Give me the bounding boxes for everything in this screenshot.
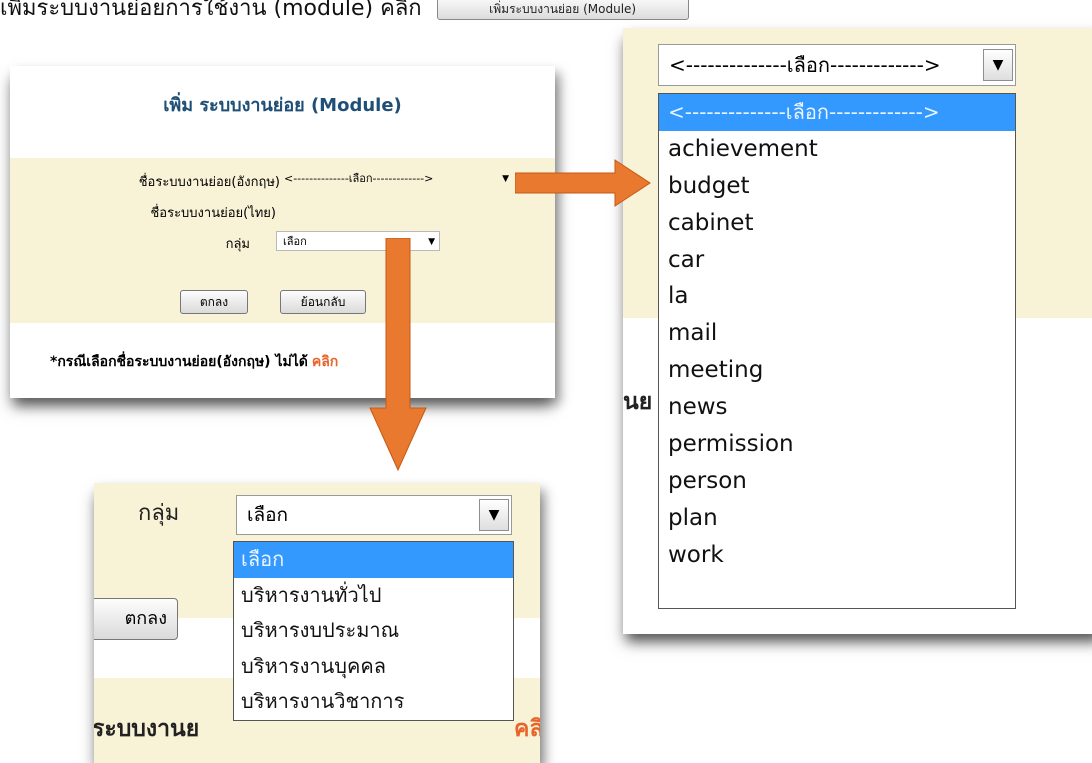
module-dropdown-zoom: นย <--------------เลือก-------------> ▼ … — [623, 28, 1092, 634]
module-option[interactable]: budget — [659, 168, 1015, 205]
group-options-list: เลือก บริหารงานทั่วไป บริหารงบประมาณ บริหาร… — [233, 541, 514, 721]
background-text-fragment: ระบบงานย — [94, 716, 200, 742]
add-module-button[interactable]: เพิ่มระบบงานย่อย (Module) — [436, 0, 689, 20]
group-dropdown-zoom: กลุ่ม ตกลง ระบบงานย คลิ เลือก ▼ เลือก บริ… — [94, 483, 540, 763]
click-link-fragment[interactable]: คลิ — [514, 711, 540, 747]
module-option[interactable]: mail — [659, 315, 1015, 352]
group-select-value: เลือก — [283, 235, 307, 248]
group-select-large-value: เลือก — [247, 504, 289, 526]
ok-button[interactable]: ตกลง — [180, 290, 248, 314]
module-en-label: ชื่อระบบงานย่อย(อังกฤษ) — [138, 175, 280, 190]
module-en-select-large[interactable]: <--------------เลือก-------------> ▼ — [658, 44, 1016, 86]
module-option[interactable]: <--------------เลือก-------------> — [659, 94, 1015, 131]
group-option[interactable]: บริหารงานบุคคล — [234, 649, 513, 685]
dropdown-arrow-icon[interactable]: ▼ — [983, 49, 1013, 81]
help-note-text: *กรณีเลือกชื่อระบบงานย่อย(อังกฤษ) ไม่ได้ — [50, 354, 308, 370]
module-th-label: ชื่อระบบงานย่อย(ไทย) — [150, 206, 276, 221]
help-click-link[interactable]: คลิก — [312, 354, 338, 370]
pointer-arrow-icon — [369, 238, 427, 472]
module-option[interactable]: news — [659, 389, 1015, 426]
group-option[interactable]: บริหารงานทั่วไป — [234, 578, 513, 614]
caption-text: เพิ่มระบบงานย่อยการใช้งาน (module) คลิก — [0, 0, 422, 21]
back-button[interactable]: ย้อนกลับ — [280, 290, 366, 314]
form-title: เพิ่ม ระบบงานย่อย (Module) — [163, 95, 402, 116]
dropdown-arrow-icon: ▼ — [428, 237, 435, 247]
module-option[interactable]: cabinet — [659, 205, 1015, 242]
module-option[interactable]: achievement — [659, 131, 1015, 168]
dropdown-arrow-icon[interactable]: ▼ — [479, 499, 509, 531]
group-option[interactable]: บริหารงบประมาณ — [234, 613, 513, 649]
pointer-arrow-icon — [515, 159, 651, 207]
module-option[interactable]: la — [659, 278, 1015, 315]
background-text-fragment: นย — [623, 389, 653, 415]
dropdown-arrow-icon: ▼ — [502, 174, 509, 184]
help-note: *กรณีเลือกชื่อระบบงานย่อย(อังกฤษ) ไม่ได้… — [50, 351, 338, 373]
module-option[interactable]: work — [659, 537, 1015, 574]
module-en-select[interactable]: <--------------เลือก-------------> ▼ — [278, 169, 513, 189]
module-option[interactable]: car — [659, 242, 1015, 279]
module-select-large-value: <--------------เลือก-------------> — [669, 53, 941, 77]
group-option[interactable]: บริหารงานวิชาการ — [234, 684, 513, 720]
module-option[interactable]: permission — [659, 426, 1015, 463]
group-select-large[interactable]: เลือก ▼ — [236, 495, 512, 535]
ok-button-fragment[interactable]: ตกลง — [94, 598, 178, 640]
group-label: กลุ่ม — [225, 237, 250, 252]
group-label-large: กลุ่ม — [138, 501, 180, 526]
module-option[interactable]: plan — [659, 500, 1015, 537]
module-options-list: <--------------เลือก-------------> achiev… — [658, 93, 1016, 609]
instruction-caption: เพิ่มระบบงานย่อยการใช้งาน (module) คลิก … — [0, 0, 689, 25]
module-option[interactable]: person — [659, 463, 1015, 500]
module-option[interactable]: meeting — [659, 352, 1015, 389]
add-module-form: เพิ่ม ระบบงานย่อย (Module) ชื่อระบบงานย่… — [10, 66, 555, 398]
group-option[interactable]: เลือก — [234, 542, 513, 578]
module-en-select-value: <--------------เลือก-------------> — [284, 172, 434, 185]
